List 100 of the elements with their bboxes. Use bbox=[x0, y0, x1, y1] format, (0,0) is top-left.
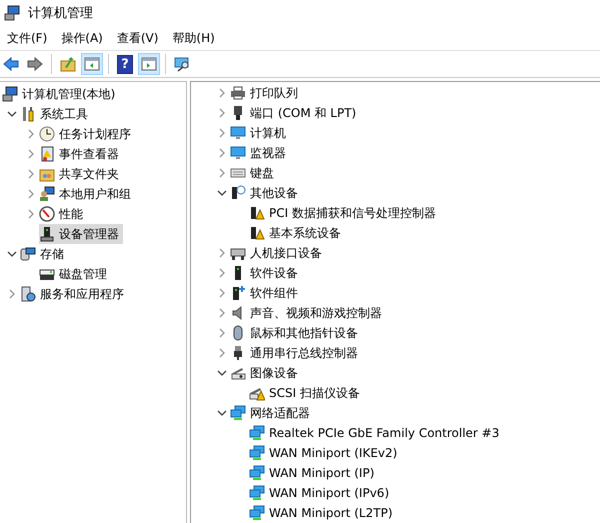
action-pane-icon bbox=[141, 56, 157, 72]
device-item[interactable]: SCSI 扫描仪设备 bbox=[249, 383, 364, 403]
device-item[interactable]: 打印队列 bbox=[230, 83, 302, 103]
device-item[interactable]: 鼠标和其他指针设备 bbox=[230, 323, 362, 343]
device-label: WAN Miniport (IKEv2) bbox=[269, 446, 398, 460]
tree-label: 存储 bbox=[40, 246, 64, 262]
network-adapter-icon bbox=[230, 405, 246, 421]
network-adapter-icon bbox=[249, 465, 265, 481]
unknown-device-icon bbox=[230, 185, 246, 201]
device-label: 键盘 bbox=[250, 164, 274, 182]
device-label: 基本系统设备 bbox=[269, 224, 341, 242]
window-title: 计算机管理 bbox=[28, 5, 93, 22]
gauge-icon bbox=[39, 206, 55, 222]
up-folder-icon bbox=[60, 56, 76, 72]
tree-label: 磁盘管理 bbox=[59, 266, 107, 282]
network-adapter-icon bbox=[249, 425, 265, 441]
device-label: 软件设备 bbox=[250, 264, 298, 282]
tree-item[interactable]: 系统工具 bbox=[20, 104, 92, 124]
device-label: 其他设备 bbox=[250, 184, 298, 202]
component-icon bbox=[230, 285, 246, 301]
help-button[interactable]: ? bbox=[117, 54, 133, 74]
device-label: Realtek PCIe GbE Family Controller #3 bbox=[269, 426, 500, 440]
device-item[interactable]: 图像设备 bbox=[230, 363, 302, 383]
tree-item[interactable]: 存储 bbox=[20, 244, 68, 264]
warning-device-icon bbox=[249, 225, 265, 241]
network-adapter-icon bbox=[249, 445, 265, 461]
tree-label: 计算机管理(本地) bbox=[22, 86, 116, 102]
device-item[interactable]: WAN Miniport (IP) bbox=[249, 463, 378, 483]
app-icon bbox=[4, 5, 20, 21]
device-item[interactable]: 监视器 bbox=[230, 143, 290, 163]
device-item[interactable]: 计算机 bbox=[230, 123, 290, 143]
tree-item[interactable]: 本地用户和组 bbox=[39, 184, 135, 204]
tree-item[interactable]: 计算机管理(本地) bbox=[2, 84, 120, 104]
scanner-icon bbox=[230, 365, 246, 381]
tree-label: 服务和应用程序 bbox=[40, 286, 124, 302]
device-item[interactable]: 基本系统设备 bbox=[249, 223, 345, 243]
network-adapter-icon bbox=[249, 505, 265, 521]
monitor-icon bbox=[230, 125, 246, 141]
menu-item[interactable]: 帮助(H) bbox=[167, 28, 220, 48]
device-item[interactable]: 软件设备 bbox=[230, 263, 302, 283]
device-label: PCI 数据捕获和信号处理控制器 bbox=[269, 204, 436, 222]
users-icon bbox=[39, 186, 55, 202]
device-label: 软件组件 bbox=[250, 284, 298, 302]
device-label: 鼠标和其他指针设备 bbox=[250, 324, 358, 342]
device-item[interactable]: 网络适配器 bbox=[230, 403, 314, 423]
forward-icon bbox=[27, 56, 43, 72]
tree-label: 设备管理器 bbox=[59, 226, 119, 242]
tools-icon bbox=[20, 106, 36, 122]
back-icon bbox=[3, 56, 19, 72]
device-label: 监视器 bbox=[250, 144, 286, 162]
device-label: 通用串行总线控制器 bbox=[250, 344, 358, 362]
device-item[interactable]: 声音、视频和游戏控制器 bbox=[230, 303, 386, 323]
tree-item[interactable]: 性能 bbox=[39, 204, 87, 224]
tree-item[interactable]: 服务和应用程序 bbox=[20, 284, 128, 304]
tree-pane-icon bbox=[84, 56, 100, 72]
device-label: 图像设备 bbox=[250, 364, 298, 382]
device-item[interactable]: 端口 (COM 和 LPT) bbox=[230, 103, 360, 123]
monitor-search-icon bbox=[174, 56, 190, 72]
tree-label: 共享文件夹 bbox=[59, 166, 119, 182]
tree-item[interactable]: 任务计划程序 bbox=[39, 124, 135, 144]
device-label: WAN Miniport (IPv6) bbox=[269, 486, 390, 500]
device-label: SCSI 扫描仪设备 bbox=[269, 384, 360, 402]
services-icon bbox=[20, 286, 36, 302]
tree-pane-button[interactable] bbox=[81, 53, 103, 75]
device-label: 网络适配器 bbox=[250, 404, 310, 422]
action-pane-button[interactable] bbox=[138, 53, 160, 75]
network-adapter-icon bbox=[249, 485, 265, 501]
menu-item[interactable]: 操作(A) bbox=[56, 28, 108, 48]
tree-label: 本地用户和组 bbox=[59, 186, 131, 202]
device-label: 计算机 bbox=[250, 124, 286, 142]
device-label: 打印队列 bbox=[250, 84, 298, 102]
warning-device-icon bbox=[249, 205, 265, 221]
log-icon bbox=[39, 146, 55, 162]
tree-item[interactable]: 共享文件夹 bbox=[39, 164, 123, 184]
device-item[interactable]: 其他设备 bbox=[230, 183, 302, 203]
tree-item[interactable]: 事件查看器 bbox=[39, 144, 123, 164]
device-item[interactable]: 软件组件 bbox=[230, 283, 302, 303]
clock-icon bbox=[39, 126, 55, 142]
device-item[interactable]: 人机接口设备 bbox=[230, 243, 326, 263]
tree-item[interactable]: 磁盘管理 bbox=[39, 264, 111, 284]
device-label: 人机接口设备 bbox=[250, 244, 322, 262]
tree-label: 系统工具 bbox=[40, 106, 88, 122]
device-item[interactable]: WAN Miniport (L2TP) bbox=[249, 503, 396, 523]
device-item[interactable]: WAN Miniport (IPv6) bbox=[249, 483, 394, 503]
device-item[interactable]: PCI 数据捕获和信号处理控制器 bbox=[249, 203, 440, 223]
device-label: 端口 (COM 和 LPT) bbox=[250, 104, 356, 122]
device-item[interactable]: 通用串行总线控制器 bbox=[230, 343, 362, 363]
menu-item[interactable]: 查看(V) bbox=[112, 28, 164, 48]
tree-label: 性能 bbox=[59, 206, 83, 222]
device-label: WAN Miniport (IP) bbox=[269, 466, 374, 480]
warning-scanner-icon bbox=[249, 385, 265, 401]
device-item[interactable]: WAN Miniport (IKEv2) bbox=[249, 443, 402, 463]
monitor-icon bbox=[230, 145, 246, 161]
tree-label: 事件查看器 bbox=[59, 146, 119, 162]
tree-item[interactable]: 设备管理器 bbox=[39, 224, 123, 244]
device-item[interactable]: 键盘 bbox=[230, 163, 278, 183]
storage-icon bbox=[20, 246, 36, 262]
device-item[interactable]: Realtek PCIe GbE Family Controller #3 bbox=[249, 423, 504, 443]
menu-item[interactable]: 文件(F) bbox=[2, 28, 52, 48]
tree-label: 任务计划程序 bbox=[59, 126, 131, 142]
